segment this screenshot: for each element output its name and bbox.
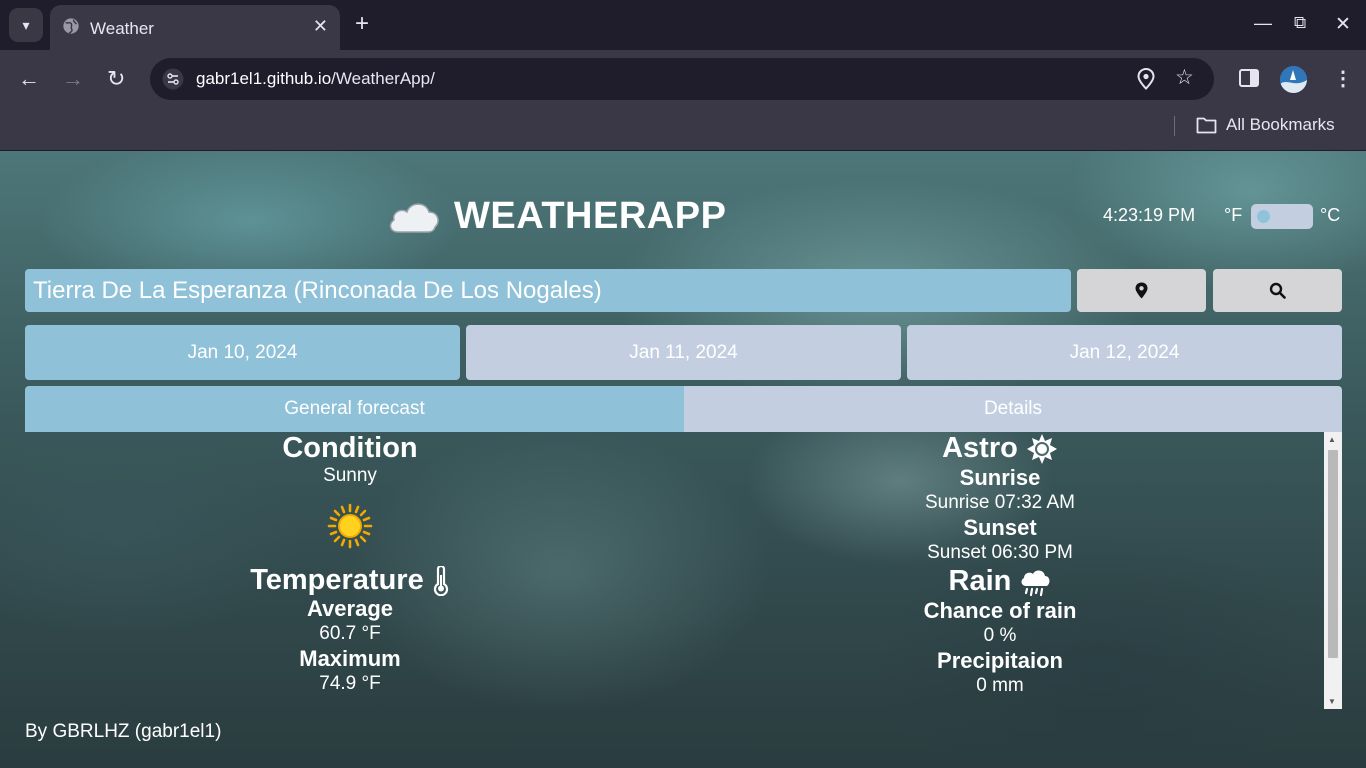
footer-credit: By GBRLHZ (gabr1el1) [25,721,222,742]
cloud-icon [389,203,439,233]
date-tab-3[interactable]: Jan 12, 2024 [907,325,1342,380]
avatar-icon [1280,66,1307,93]
content-scrollbar[interactable]: ▲ ▼ [1324,432,1342,709]
sunset-label: Sunset [963,515,1037,541]
search-icon [1269,282,1286,299]
scroll-up-icon[interactable]: ▲ [1328,435,1336,444]
condition-heading: Condition [282,432,418,464]
side-panel-icon[interactable] [1239,69,1259,87]
weather-app-page: WEATHERAPP 4:23:19 PM °F °C Jan 10, 2024… [0,151,1366,768]
temperature-heading: Temperature [250,564,424,596]
average-value: 60.7 °F [319,623,381,645]
general-left-column: Condition Sunny Temperature Average 60.7… [150,432,550,696]
map-marker-icon [1135,282,1148,299]
site-info-icon[interactable] [162,68,184,90]
bookmarks-divider [1174,116,1175,136]
browser-menu-icon[interactable]: ⋮ [1333,66,1353,91]
maximum-value: 74.9 °F [319,673,381,695]
chevron-down-icon: ▾ [22,16,30,33]
url-text[interactable]: gabr1el1.github.io/WeatherApp/ [196,69,435,89]
unit-fahrenheit-label: °F [1224,205,1243,225]
app-header: WEATHERAPP [386,191,726,241]
location-input[interactable] [25,269,1071,312]
tab-search-button[interactable]: ▾ [9,8,43,42]
scroll-down-icon[interactable]: ▼ [1328,697,1336,706]
astro-heading-row: Astro [800,432,1200,465]
sun-outline-icon [1026,434,1057,465]
back-icon[interactable]: ← [18,66,40,92]
unit-toggle[interactable] [1251,204,1313,229]
search-button[interactable] [1213,269,1342,312]
sunset-value: Sunset 06:30 PM [927,542,1073,564]
profile-avatar[interactable] [1280,66,1307,93]
condition-value: Sunny [323,465,377,486]
temperature-heading-row: Temperature [150,564,550,597]
tab-general-forecast[interactable]: General forecast [25,386,684,432]
minimize-icon[interactable]: — [1254,13,1272,34]
astro-heading: Astro [942,432,1018,464]
rain-heading: Rain [948,565,1012,598]
browser-tab[interactable]: Weather ✕ [50,5,340,50]
precipitation-value: 0 mm [976,674,1024,696]
address-bar[interactable]: gabr1el1.github.io/WeatherApp/ ☆ [150,58,1214,100]
chance-of-rain-label: Chance of rain [923,597,1077,623]
average-label: Average [306,596,393,622]
rain-heading-row: Rain [800,565,1200,597]
reload-icon[interactable]: ↻ [107,66,125,92]
general-right-column: Astro Sunrise Sunrise 07:32 AM Sunset Su… [800,432,1200,698]
maximum-label: Maximum [299,646,401,672]
condition-icon-wrap [150,488,550,564]
unit-celsius-label: °C [1320,205,1341,225]
restore-icon[interactable]: ⧉ [1294,13,1306,33]
new-tab-button[interactable]: + [355,12,369,36]
sunrise-value: Sunrise 07:32 AM [925,492,1075,514]
bookmark-star-icon[interactable]: ☆ [1175,65,1194,90]
sun-icon [327,503,373,549]
scroll-thumb[interactable] [1328,450,1338,658]
browser-tab-strip: ▾ Weather ✕ + — ⧉ ✕ [0,0,1366,50]
tab-title: Weather [90,19,154,38]
geolocate-button[interactable] [1077,269,1206,312]
forecast-content: Condition Sunny Temperature Average 60.7… [25,432,1324,707]
precipitation-label: Precipitaion [937,647,1063,673]
folder-icon [1196,117,1217,134]
close-tab-icon[interactable]: ✕ [313,16,328,37]
date-tab-1[interactable]: Jan 10, 2024 [25,325,460,380]
app-title: WEATHERAPP [454,194,727,237]
unit-toggle-knob [1257,210,1270,223]
date-tab-2[interactable]: Jan 11, 2024 [466,325,901,380]
chance-of-rain-value: 0 % [983,624,1017,646]
tab-details[interactable]: Details [684,386,1342,432]
location-pin-icon[interactable] [1137,68,1155,90]
all-bookmarks-link[interactable]: All Bookmarks [1226,115,1335,135]
clock: 4:23:19 PM [1103,205,1196,225]
close-window-icon[interactable]: ✕ [1335,13,1351,36]
forward-icon[interactable]: → [62,66,84,92]
sunrise-label: Sunrise [959,465,1041,491]
globe-icon [63,18,79,34]
rain-cloud-icon [1021,570,1050,596]
thermometer-icon [433,566,448,597]
